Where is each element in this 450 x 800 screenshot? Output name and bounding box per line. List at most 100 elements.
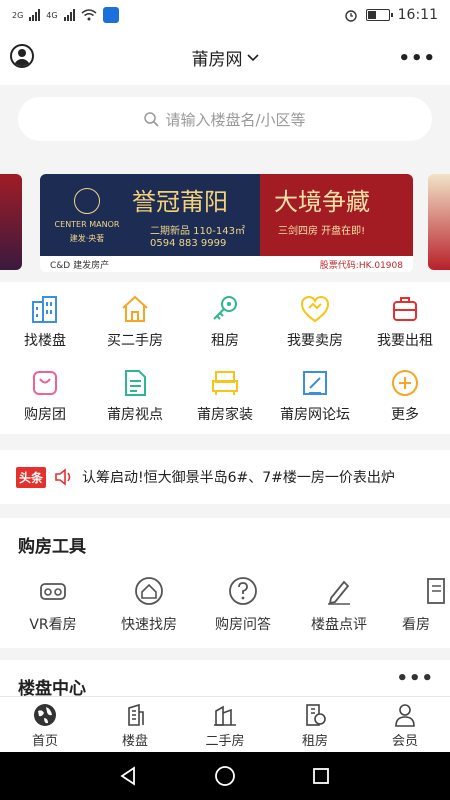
globe-icon <box>32 702 58 728</box>
suitcase-icon <box>388 292 422 326</box>
avatar-head <box>18 49 26 57</box>
handshake-icon <box>298 292 332 326</box>
home-circle-icon <box>215 766 235 786</box>
avatar-body <box>14 59 30 66</box>
quick-buy-secondhand[interactable]: 买二手房 <box>90 286 180 356</box>
house-icon <box>118 292 152 326</box>
chevron-down-icon <box>246 53 259 61</box>
recents-button[interactable] <box>309 764 333 788</box>
quick-group-buy[interactable]: 购房团 <box>0 360 90 430</box>
search-icon <box>144 111 160 127</box>
search-placeholder: 请输入楼盘名/小区等 <box>165 110 306 129</box>
tab-buildings[interactable]: 楼盘 <box>90 697 180 753</box>
speaker-icon <box>55 468 71 486</box>
tool-label: 看房 <box>402 617 430 633</box>
tab-label: 楼盘 <box>121 734 148 749</box>
profile-avatar-button[interactable] <box>10 44 34 68</box>
tab-label: 二手房 <box>205 734 245 749</box>
wifi-icon <box>81 9 97 21</box>
headline-tag: 头条 <box>16 466 47 488</box>
quick-viewpoint[interactable]: 莆房视点 <box>90 360 180 430</box>
tool-label: 快速找房 <box>121 617 177 633</box>
tab-home[interactable]: 首页 <box>0 697 90 753</box>
tool-review[interactable]: 楼盘点评 <box>294 574 384 646</box>
banner-ad[interactable]: CENTER MANOR 建发·央著 誉冠莆阳 二期新品 110-143㎡ 05… <box>40 174 413 272</box>
quick-label: 租房 <box>211 333 239 349</box>
tool-label: 购房问答 <box>215 617 271 633</box>
banner-prev-slide[interactable] <box>0 174 22 270</box>
signal-4g-label: 4G <box>46 10 58 20</box>
vr-icon <box>38 576 68 606</box>
quick-label: 莆房网论坛 <box>280 407 350 423</box>
brand-name-en: CENTER MANOR <box>54 220 120 229</box>
quick-label: 我要出租 <box>377 333 433 349</box>
app-header: 莆房网 ••• <box>0 30 450 85</box>
headline-text: 认筹启动!恒大御景半岛6#、7#楼一房一价表出炉 <box>82 470 395 486</box>
signal-2g-label: 2G <box>12 10 24 20</box>
home-search-icon <box>134 576 164 606</box>
building-icon <box>28 292 62 326</box>
banner-slogan-right: 大境争藏 <box>274 188 370 216</box>
bottom-tab-bar: 首页 楼盘 二手房 租房 会员 <box>0 696 450 752</box>
user-icon <box>392 702 418 728</box>
building-center: 楼盘中心 ••• <box>0 660 450 696</box>
banner-right-panel: 大境争藏 三剑四房 开盘在即! <box>260 174 413 256</box>
quick-rent-out[interactable]: 我要出租 <box>360 286 450 356</box>
tool-vr-viewing[interactable]: VR看房 <box>8 574 98 646</box>
banner-sub-left: 二期新品 110-143㎡ <box>150 226 245 237</box>
tool-qa[interactable]: 购房问答 <box>198 574 288 646</box>
home-buying-tools: 购房工具 VR看房 快速找房 购房问答 楼盘点评 看房 <box>0 518 450 648</box>
quick-label: 找楼盘 <box>24 333 66 349</box>
search-section: 请输入楼盘名/小区等 <box>0 85 450 155</box>
quick-label: 莆房视点 <box>107 407 163 423</box>
more-menu-button[interactable]: ••• <box>398 48 436 69</box>
quick-label: 买二手房 <box>107 333 163 349</box>
tool-label: 楼盘点评 <box>311 617 367 633</box>
quick-decoration[interactable]: 莆房家装 <box>180 360 270 430</box>
back-triangle-icon <box>120 766 135 786</box>
app-notification-icon <box>102 7 119 23</box>
signal-icon-2 <box>63 9 75 21</box>
search-input[interactable]: 请输入楼盘名/小区等 <box>18 97 432 141</box>
tab-rent[interactable]: 租房 <box>270 697 360 753</box>
tower-icon <box>122 702 148 728</box>
banner-next-slide[interactable] <box>428 174 450 270</box>
question-icon <box>228 576 258 606</box>
quick-label: 我要卖房 <box>287 333 343 349</box>
status-left: 2G 4G <box>12 7 119 23</box>
brand-name-cn: 建发·央著 <box>69 234 105 243</box>
battery-icon <box>365 9 393 21</box>
quick-label: 莆房家装 <box>197 407 253 423</box>
banner-footer-brand: C&D 建发房产 <box>50 260 110 271</box>
section-title: 购房工具 <box>18 537 86 557</box>
quick-rent[interactable]: 租房 <box>180 286 270 356</box>
rent-icon <box>302 702 328 728</box>
city-selector[interactable]: 莆房网 <box>192 45 259 70</box>
banner-carousel[interactable]: CENTER MANOR 建发·央著 誉冠莆阳 二期新品 110-143㎡ 05… <box>0 170 450 274</box>
banner-brand: CENTER MANOR 建发·央著 <box>52 188 122 246</box>
buildings-icon <box>212 702 238 728</box>
section-title: 楼盘中心 <box>18 679 86 696</box>
quick-forum[interactable]: 莆房网论坛 <box>270 360 360 430</box>
headline-news[interactable]: 头条 认筹启动!恒大御景半岛6#、7#楼一房一价表出炉 <box>0 450 450 504</box>
signal-icon <box>29 9 41 21</box>
sofa-icon <box>208 366 242 400</box>
tab-member[interactable]: 会员 <box>360 697 450 753</box>
key-icon <box>208 292 242 326</box>
brand-logo-icon <box>74 188 100 214</box>
recents-square-icon <box>313 768 329 784</box>
center-more-button[interactable]: ••• <box>396 668 434 689</box>
tab-secondhand[interactable]: 二手房 <box>180 697 270 753</box>
tool-view-house[interactable]: 看房 <box>386 574 450 646</box>
home-button[interactable] <box>213 764 237 788</box>
status-bar: 2G 4G 16:11 <box>0 0 450 30</box>
tab-label: 首页 <box>31 734 58 749</box>
quick-find-building[interactable]: 找楼盘 <box>0 286 90 356</box>
quick-sell-house[interactable]: 我要卖房 <box>270 286 360 356</box>
banner-stock-code: 股票代码:HK.01908 <box>319 260 403 271</box>
back-button[interactable] <box>116 764 140 788</box>
quick-more[interactable]: 更多 <box>360 360 450 430</box>
banner-sub-right: 三剑四房 开盘在即! <box>278 226 366 237</box>
tool-quick-search[interactable]: 快速找房 <box>104 574 194 646</box>
battery-level <box>367 11 377 19</box>
